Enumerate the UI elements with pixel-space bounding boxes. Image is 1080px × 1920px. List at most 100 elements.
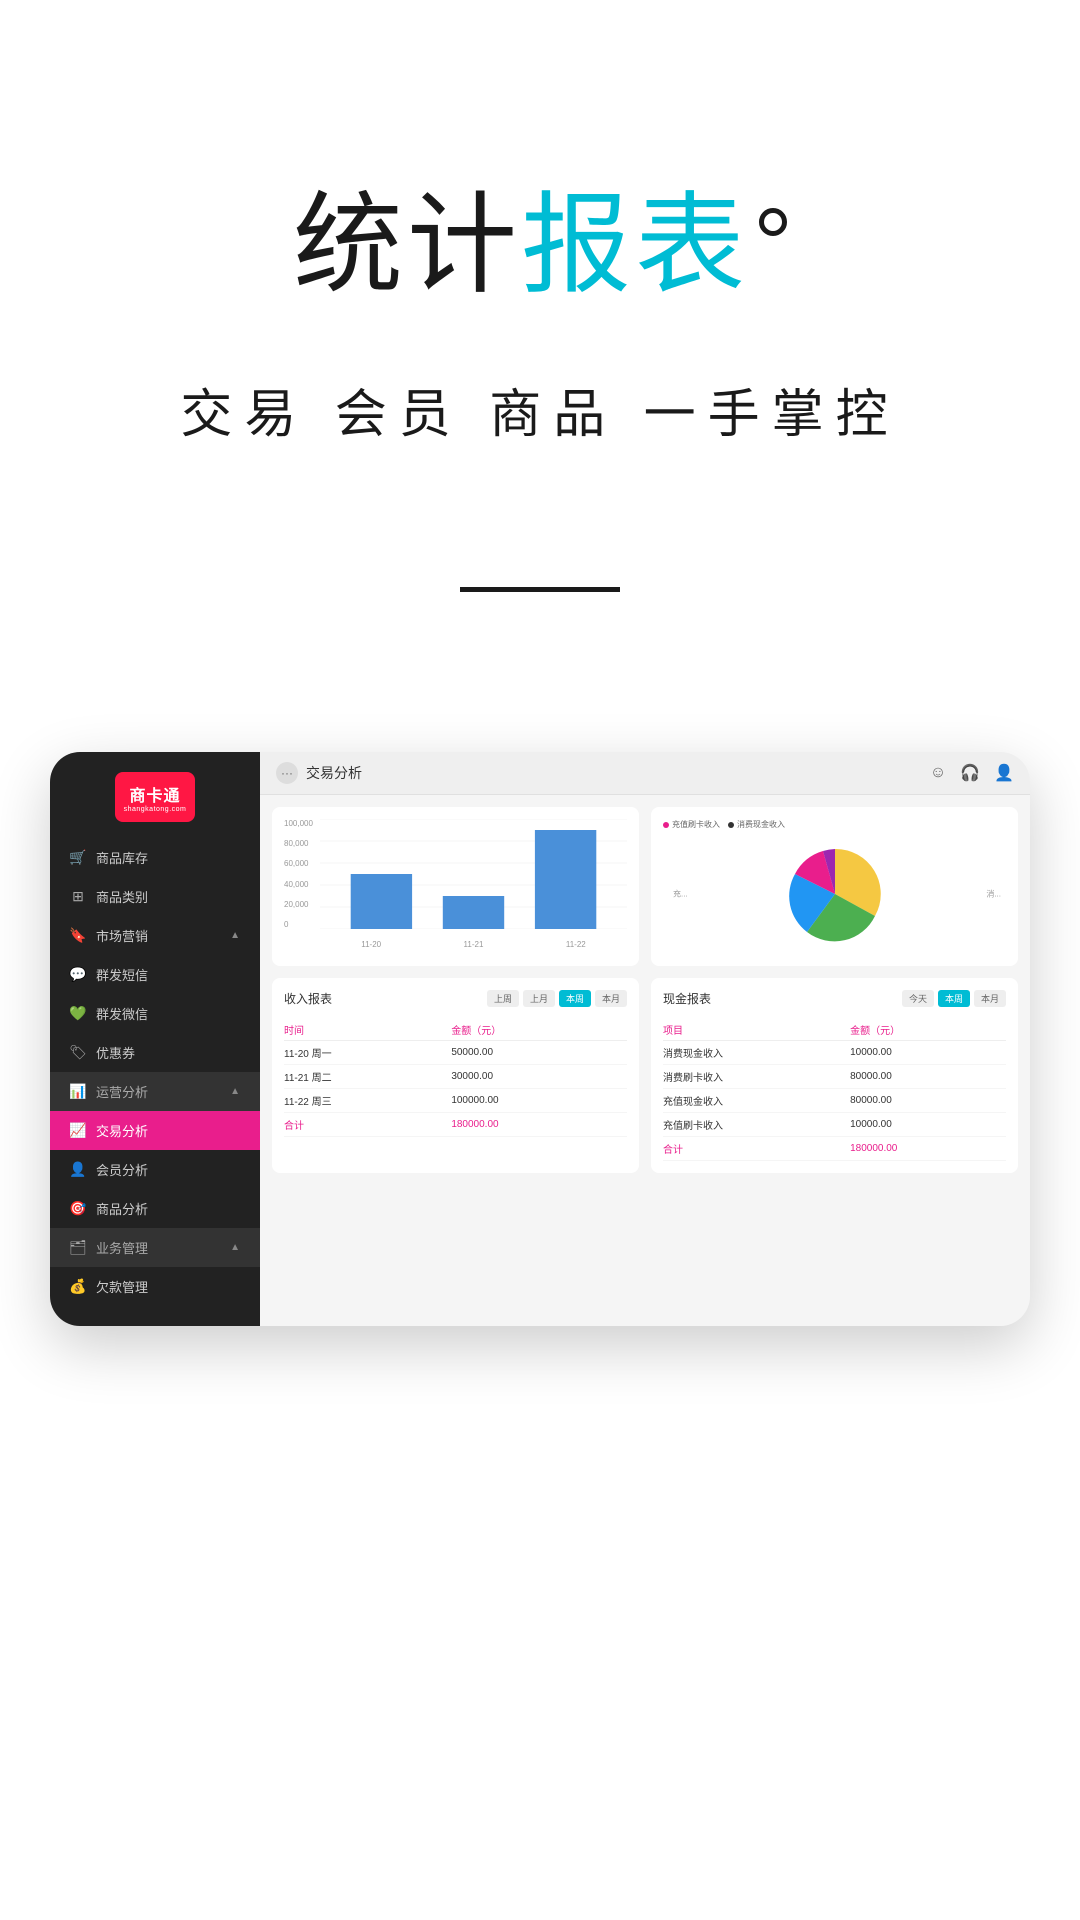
logo-box: 商卡通 shangkatong.com [115,772,195,822]
y-label: 20,000 [284,900,313,909]
menu-dots[interactable]: ··· [276,762,298,784]
table-row: 11-20 周一 50000.00 [284,1041,627,1065]
sidebar-item-goods-inventory[interactable]: 🛒 商品库存 [50,838,260,877]
logo-text-en: shangkatong.com [124,806,187,813]
headphone-icon[interactable]: 🎧 [960,763,980,783]
sidebar-item-wechat[interactable]: 💚 群发微信 [50,994,260,1033]
sidebar-item-member[interactable]: 👤 会员分析 [50,1150,260,1189]
title-cyan: 报表 [521,184,749,307]
revenue-table: 时间 金额（元） 11-20 周一 50000.00 11-21 周二 [284,1019,627,1137]
user-icon[interactable]: 👤 [994,763,1014,783]
header-left: ··· 交易分析 [276,762,362,784]
col-date: 时间 [284,1019,451,1041]
legend-dot-consume [728,822,734,828]
table-row: 充值刷卡收入 10000.00 [663,1113,1006,1137]
y-label: 0 [284,920,313,929]
bookmark-icon: 🔖 [70,928,86,944]
table-row: 消费现金收入 10000.00 [663,1041,1006,1065]
sidebar-item-product[interactable]: 🎯 商品分析 [50,1189,260,1228]
row-item: 消费刷卡收入 [663,1065,850,1089]
sidebar-label: 业务管理 [96,1238,148,1257]
header-title: 交易分析 [306,763,362,783]
sidebar-item-debt[interactable]: 💰 欠款管理 [50,1267,260,1306]
row-date: 11-20 周一 [284,1041,451,1065]
col-amount: 金额（元） [451,1019,627,1041]
sidebar-label: 商品分析 [96,1199,148,1218]
arrow-up-icon3: ▲ [230,1242,240,1253]
x-label: 11-22 [566,940,586,949]
row-amount: 80000.00 [850,1089,1006,1113]
content-body: 100,000 80,000 60,000 40,000 20,000 0 [260,795,1030,1185]
sidebar-item-goods-category[interactable]: ⊞ 商品类别 [50,877,260,916]
dashboard-wrapper: 商卡通 shangkatong.com 🛒 商品库存 ⊞ 商品类别 🔖 市场营销… [50,752,1030,1326]
sidebar-label: 欠款管理 [96,1277,148,1296]
dashboard-section: 商卡通 shangkatong.com 🛒 商品库存 ⊞ 商品类别 🔖 市场营销… [0,752,1080,1406]
arrow-up-icon2: ▲ [230,1086,240,1097]
sidebar-label: 运营分析 [96,1082,148,1101]
sidebar-item-business[interactable]: 🗂 业务管理 ▲ [50,1228,260,1267]
cash-table: 项目 金额（元） 消费现金收入 10000.00 消费刷卡收入 80 [663,1019,1006,1161]
row-amount: 50000.00 [451,1041,627,1065]
sidebar-label: 商品库存 [96,848,148,867]
cart-icon: 🛒 [70,850,86,866]
wechat-icon: 💚 [70,1006,86,1022]
product-icon: 🎯 [70,1201,86,1217]
tab-this-month-cash[interactable]: 本月 [974,990,1006,1007]
sidebar-item-sms[interactable]: 💬 群发短信 [50,955,260,994]
sidebar: 商卡通 shangkatong.com 🛒 商品库存 ⊞ 商品类别 🔖 市场营销… [50,752,260,1326]
money-icon: 💰 [70,1279,86,1295]
sidebar-item-marketing[interactable]: 🔖 市场营销 ▲ [50,916,260,955]
arrow-up-icon: ▲ [230,930,240,941]
col-item: 项目 [663,1019,850,1041]
total-value: 180000.00 [850,1137,1006,1161]
smile-icon[interactable]: ☺ [930,764,946,782]
tab-last-week[interactable]: 上周 [487,990,519,1007]
tag-icon: 🏷 [70,1045,86,1061]
pie-label-right: 消... [986,889,1001,900]
tab-today[interactable]: 今天 [902,990,934,1007]
sidebar-label: 交易分析 [96,1121,148,1140]
x-label: 11-21 [464,940,484,949]
x-axis-labels: 11-20 11-21 11-22 [320,940,627,949]
sidebar-item-operations[interactable]: 📊 运营分析 ▲ [50,1072,260,1111]
y-label: 80,000 [284,839,313,848]
sidebar-label: 会员分析 [96,1160,148,1179]
hero-section: 统计报表 交易 会员 商品 一手掌控 [0,0,1080,652]
table-row: 11-21 周二 30000.00 [284,1065,627,1089]
row-date: 11-21 周二 [284,1065,451,1089]
business-icon: 🗂 [70,1240,86,1256]
row-amount: 100000.00 [451,1089,627,1113]
legend-label: 充值刷卡收入 [672,819,720,830]
revenue-table-card: 收入报表 上周 上月 本周 本月 时间 金额（元） [272,978,639,1173]
row-amount: 10000.00 [850,1041,1006,1065]
hero-divider [460,587,620,592]
cash-section-label: 现金报表 [663,990,711,1007]
pie-container: 充... [663,834,1006,954]
legend-dot-charge [663,822,669,828]
sidebar-item-coupon[interactable]: 🏷 优惠券 [50,1033,260,1072]
pie-label-left: 充... [673,889,688,900]
circle-decoration [759,208,787,236]
row-item: 充值现金收入 [663,1089,850,1113]
col-amount: 金额（元） [850,1019,1006,1041]
grid-icon: ⊞ [70,889,86,905]
tab-last-month[interactable]: 上月 [523,990,555,1007]
total-label: 合计 [663,1137,850,1161]
y-label: 60,000 [284,859,313,868]
bar-chart-svg [320,819,627,929]
tab-this-month[interactable]: 本月 [595,990,627,1007]
total-value: 180000.00 [451,1113,627,1137]
person-icon: 👤 [70,1162,86,1178]
legend-item-consume: 消费现金收入 [728,819,785,830]
row-amount: 80000.00 [850,1065,1006,1089]
bar-chart-card: 100,000 80,000 60,000 40,000 20,000 0 [272,807,639,966]
tab-this-week-cash[interactable]: 本周 [938,990,970,1007]
row-amount: 30000.00 [451,1065,627,1089]
pie-chart-card: 充值刷卡收入 消费现金收入 充... [651,807,1018,966]
title-black: 统计 [293,184,521,307]
tab-this-week[interactable]: 本周 [559,990,591,1007]
legend-item-charge: 充值刷卡收入 [663,819,720,830]
y-axis-labels: 100,000 80,000 60,000 40,000 20,000 0 [284,819,313,929]
sidebar-item-transaction[interactable]: 📈 交易分析 [50,1111,260,1150]
sidebar-logo: 商卡通 shangkatong.com [50,752,260,838]
